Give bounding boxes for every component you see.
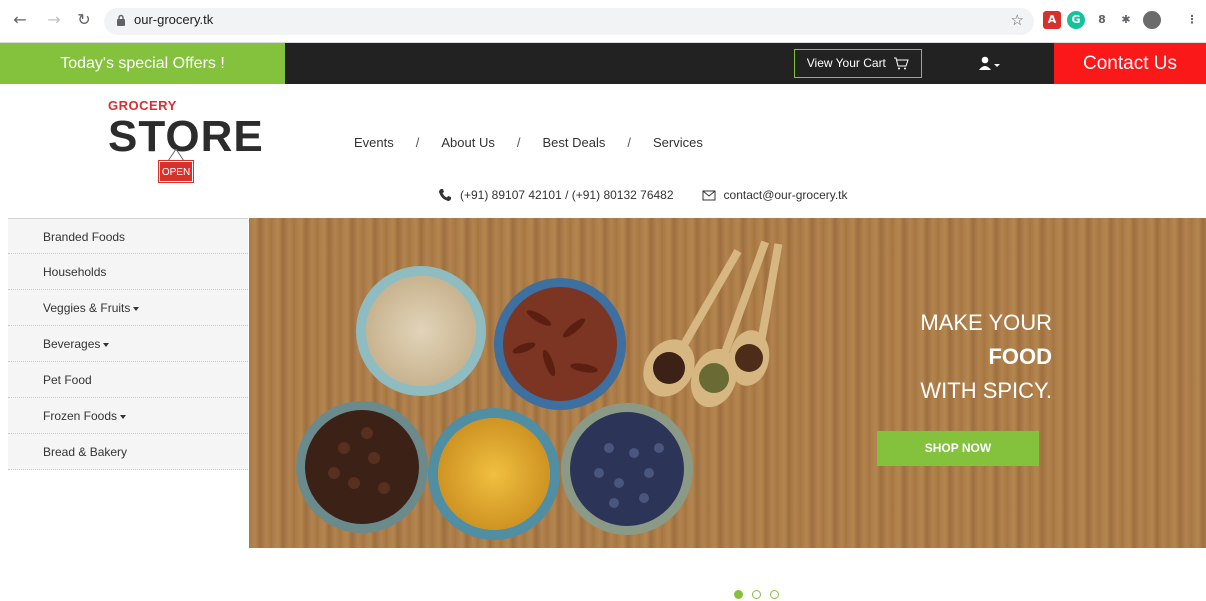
nav-separator: / — [415, 135, 420, 150]
category-label: Pet Food — [43, 373, 92, 387]
carousel-dot-2[interactable] — [752, 590, 761, 599]
sign-hanger-icon — [167, 148, 185, 162]
category-branded-foods[interactable]: Branded Foods — [8, 218, 248, 254]
nav-events[interactable]: Events — [354, 135, 394, 151]
nav-separator: / — [516, 135, 521, 150]
nav-about-us[interactable]: About Us — [441, 135, 494, 151]
category-bread-bakery[interactable]: Bread & Bakery — [8, 434, 248, 470]
carousel-dot-1[interactable] — [734, 590, 743, 599]
carousel-dot-3[interactable] — [770, 590, 779, 599]
view-cart-label: View Your Cart — [806, 56, 886, 70]
menu-kebab-icon[interactable]: ⋮ — [1183, 11, 1201, 29]
category-label: Beverages — [43, 337, 101, 351]
carousel-indicators — [734, 590, 779, 599]
bookmark-star-icon[interactable]: ☆ — [1011, 11, 1024, 29]
view-cart-button[interactable]: View Your Cart — [794, 49, 922, 78]
user-dropdown-icon[interactable] — [978, 55, 1002, 73]
category-beverages[interactable]: Beverages — [8, 326, 248, 362]
profile-avatar[interactable] — [1143, 11, 1161, 29]
top-promo-bar: Today's special Offers ! View Your Cart … — [0, 43, 1206, 84]
hero-line-1: MAKE YOUR — [920, 310, 1052, 335]
caret-down-icon — [103, 342, 110, 347]
special-offers-banner[interactable]: Today's special Offers ! — [0, 43, 285, 84]
hero-line-2: FOOD — [988, 344, 1052, 369]
puzzle-extensions-icon[interactable]: ✱ — [1117, 11, 1135, 29]
shop-now-button[interactable]: SHOP NOW — [877, 431, 1039, 466]
contact-us-button[interactable]: Contact Us — [1054, 43, 1206, 84]
hero-headline: MAKE YOUR FOOD WITH SPICY. — [920, 306, 1052, 408]
cart-icon — [894, 57, 909, 70]
open-sign: OPEN — [158, 160, 194, 183]
hero-line-3: WITH SPICY. — [920, 378, 1052, 403]
category-label: Veggies & Fruits — [43, 301, 131, 315]
contact-info: (+91) 89107 42101 / (+91) 80132 76482 co… — [438, 187, 848, 203]
category-label: Branded Foods — [43, 230, 126, 244]
url-text: our-grocery.tk — [134, 12, 214, 27]
main-navigation: Events / About Us / Best Deals / Service… — [354, 135, 703, 151]
category-households[interactable]: Households — [8, 254, 248, 290]
lock-icon — [117, 14, 125, 26]
nav-best-deals[interactable]: Best Deals — [542, 135, 605, 151]
browser-toolbar: ← → ↻ our-grocery.tk ☆ A G 8 ✱ ⋮ — [0, 0, 1206, 43]
nav-separator: / — [627, 135, 631, 150]
caret-down-icon — [133, 306, 140, 311]
forward-icon[interactable]: → — [44, 10, 64, 30]
category-frozen-foods[interactable]: Frozen Foods — [8, 398, 248, 434]
address-bar[interactable]: our-grocery.tk ☆ — [104, 8, 1034, 35]
store-logo[interactable]: GROCERY STORE OPEN — [108, 96, 263, 188]
category-label: Frozen Foods — [43, 409, 118, 423]
category-sidebar: Branded Foods Households Veggies & Fruit… — [8, 218, 248, 470]
logo-store-text: STORE — [108, 112, 264, 161]
back-icon[interactable]: ← — [10, 10, 30, 30]
nav-services[interactable]: Services — [653, 135, 703, 151]
phone-numbers[interactable]: (+91) 89107 42101 / (+91) 80132 76482 — [460, 188, 674, 202]
envelope-icon — [702, 190, 716, 201]
grammarly-extension-icon[interactable]: G — [1067, 11, 1085, 29]
category-veggies-fruits[interactable]: Veggies & Fruits — [8, 290, 248, 326]
spice-bowls-image — [296, 240, 783, 540]
hero-banner: MAKE YOUR FOOD WITH SPICY. SHOP NOW — [249, 218, 1206, 548]
category-label: Households — [43, 265, 107, 279]
extension-icon[interactable]: 8 — [1093, 11, 1111, 29]
pdf-extension-icon[interactable]: A — [1043, 11, 1061, 29]
reload-icon[interactable]: ↻ — [74, 10, 94, 30]
email-address[interactable]: contact@our-grocery.tk — [724, 188, 848, 202]
category-pet-food[interactable]: Pet Food — [8, 362, 248, 398]
caret-down-icon — [120, 414, 127, 419]
category-label: Bread & Bakery — [43, 445, 128, 459]
phone-icon — [439, 189, 451, 201]
